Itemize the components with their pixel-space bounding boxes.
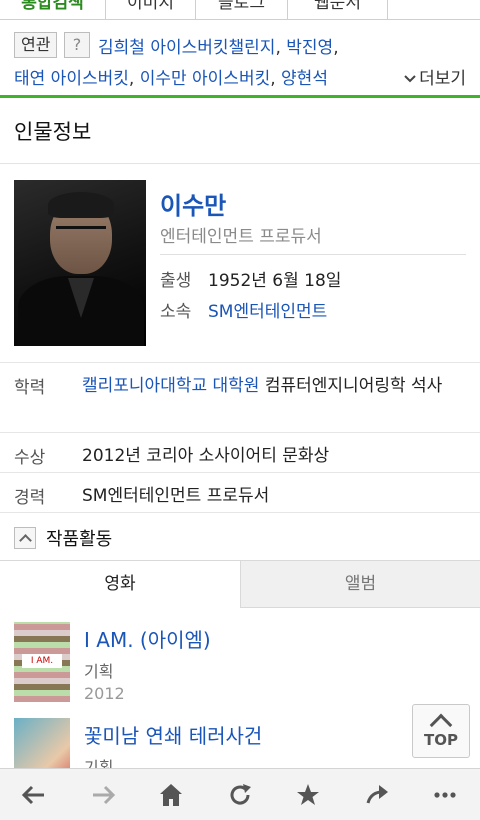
birth-value: 1952년 6월 18일 (208, 271, 342, 291)
education-value: 캘리포니아대학교 대학원 컴퓨터엔지니어링학 석사 (82, 373, 466, 399)
tab-album[interactable]: 앨범 (240, 561, 480, 608)
poster-label: I AM. (22, 654, 62, 668)
work-item[interactable]: 꽃미남 연쇄 테러사건 기획 (0, 718, 480, 768)
refresh-icon (230, 784, 251, 805)
birth-row: 출생 1952년 6월 18일 (160, 266, 341, 291)
work-title[interactable]: I AM. (아이엠) (84, 624, 211, 653)
related-link[interactable]: 김희철 아이스버킷챌린지 (98, 38, 275, 58)
collapse-toggle-icon[interactable] (14, 527, 36, 549)
work-role: 기획 (84, 662, 114, 681)
share-button[interactable] (343, 769, 412, 820)
profile-photo[interactable] (14, 180, 146, 346)
related-searches: 연관 ? 김희철 아이스버킷챌린지, 박진영, 태연 아이스버킷, 이수만 아이… (0, 20, 480, 98)
more-button[interactable]: 더보기 (403, 64, 466, 89)
divider (160, 254, 466, 255)
separator: , (333, 38, 339, 58)
more-icon (434, 792, 456, 798)
work-year: 2012 (84, 684, 125, 703)
related-link[interactable]: 양현석 (281, 69, 328, 89)
section-title: 인물정보 (0, 100, 480, 164)
tab-label: 이미지 (127, 0, 174, 13)
person-name[interactable]: 이수만 (160, 186, 226, 221)
tab-label: 블로그 (218, 0, 265, 13)
scroll-top-button[interactable]: TOP (412, 704, 470, 758)
tab-more[interactable] (388, 0, 480, 19)
works-tabs: 영화 앨범 (0, 560, 480, 608)
forward-button[interactable] (69, 769, 138, 820)
share-icon (366, 785, 388, 804)
related-link[interactable]: 이수만 아이스버킷 (140, 69, 271, 89)
browser-toolbar (0, 768, 480, 820)
chevron-down-icon (404, 75, 416, 83)
bookmark-button[interactable] (274, 769, 343, 820)
back-icon (22, 785, 45, 805)
work-title[interactable]: 꽃미남 연쇄 테러사건 (84, 720, 262, 749)
tab-movie[interactable]: 영화 (0, 561, 240, 608)
top-label: TOP (424, 731, 458, 749)
agency-key: 소속 (160, 302, 192, 322)
work-item[interactable]: I AM. I AM. (아이엠) 기획 2012 (0, 622, 480, 712)
education-rest: 컴퓨터엔지니어링학 석사 (259, 376, 443, 396)
career-row: 경력 SM엔터테인먼트 프로듀서 (0, 472, 480, 512)
related-badge: 연관 (14, 32, 58, 58)
birth-key: 출생 (160, 271, 192, 291)
related-line-2: 태연 아이스버킷, 이수만 아이스버킷, 양현석 (14, 64, 328, 89)
tab-label: 통합검색 (21, 0, 84, 13)
separator: , (275, 38, 287, 58)
award-row: 수상 2012년 코리아 소사이어티 문화상 (0, 432, 480, 472)
works-title: 작품활동 (46, 529, 113, 550)
tab-label: 웹문서 (314, 0, 361, 13)
back-button[interactable] (0, 769, 69, 820)
more-label: 더보기 (419, 69, 466, 89)
agency-link[interactable]: SM엔터테인먼트 (208, 302, 327, 322)
refresh-button[interactable] (206, 769, 275, 820)
home-icon (160, 784, 183, 806)
works-header: 작품활동 (0, 512, 480, 560)
top-tab-strip: 통합검색 이미지 블로그 웹문서 (0, 0, 480, 20)
tab-blog[interactable]: 블로그 (196, 0, 288, 19)
education-link[interactable]: 캘리포니아대학교 대학원 (82, 376, 259, 396)
movie-poster[interactable]: I AM. (14, 622, 70, 702)
tab-integrated-search[interactable]: 통합검색 (0, 0, 106, 19)
more-menu-button[interactable] (411, 769, 480, 820)
related-line-1: 김희철 아이스버킷챌린지, 박진영, (98, 33, 339, 58)
tab-web[interactable]: 웹문서 (288, 0, 388, 19)
separator: , (128, 69, 140, 89)
education-row: 학력 캘리포니아대학교 대학원 컴퓨터엔지니어링학 석사 (0, 362, 480, 432)
related-link[interactable]: 박진영 (286, 38, 333, 58)
related-link[interactable]: 태연 아이스버킷 (14, 69, 129, 89)
forward-icon (92, 785, 115, 805)
award-value: 2012년 코리아 소사이어티 문화상 (82, 446, 330, 466)
career-key: 경력 (14, 488, 46, 508)
education-key: 학력 (14, 378, 46, 398)
tab-image[interactable]: 이미지 (106, 0, 196, 19)
person-job: 엔터테인먼트 프로듀서 (160, 227, 322, 247)
career-value: SM엔터테인먼트 프로듀서 (82, 486, 270, 506)
home-button[interactable] (137, 769, 206, 820)
agency-row: 소속 SM엔터테인먼트 (160, 297, 327, 322)
separator: , (270, 69, 282, 89)
award-key: 수상 (14, 448, 46, 468)
help-button[interactable]: ? (64, 32, 90, 58)
movie-poster[interactable] (14, 718, 70, 768)
star-icon (297, 784, 320, 805)
work-role: 기획 (84, 758, 114, 768)
